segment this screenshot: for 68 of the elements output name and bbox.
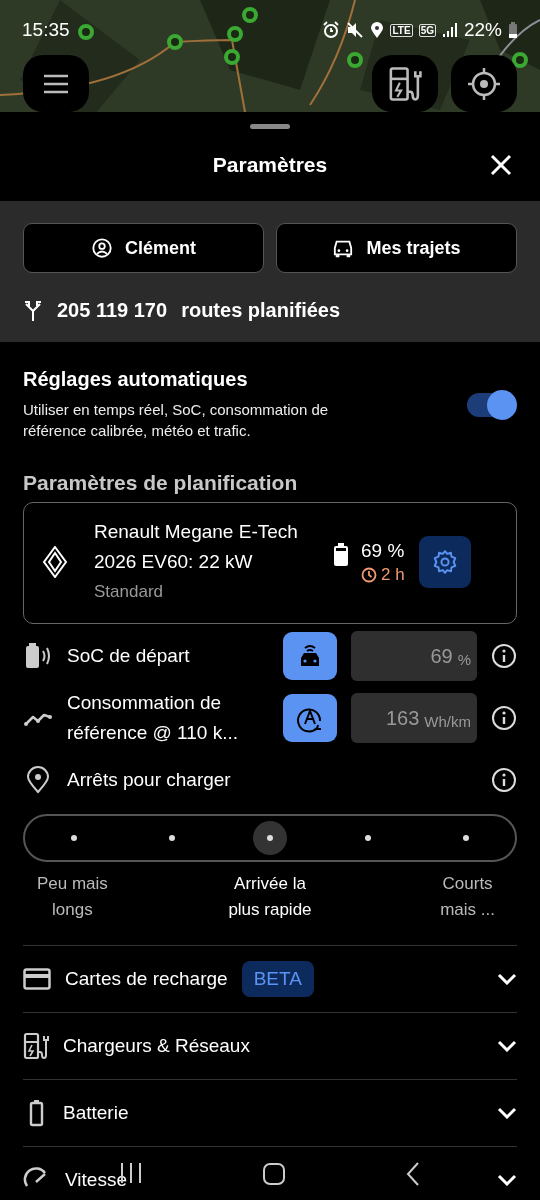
fork-icon bbox=[23, 299, 43, 322]
charging-station-icon bbox=[388, 65, 422, 102]
car-icon bbox=[332, 238, 355, 258]
locate-button[interactable] bbox=[451, 55, 517, 112]
value-field[interactable]: 163 Wh/km bbox=[351, 693, 477, 743]
routes-count: 205 119 170 bbox=[57, 299, 168, 322]
clock: 15:35 bbox=[22, 19, 70, 41]
charge-time: 2 h bbox=[361, 564, 405, 585]
charger-marker[interactable] bbox=[78, 24, 94, 40]
gear-icon bbox=[431, 549, 458, 575]
beta-badge: BETA bbox=[241, 961, 314, 997]
section-label: Batterie bbox=[63, 1102, 129, 1124]
signal-icon bbox=[441, 22, 458, 38]
charger-marker[interactable] bbox=[512, 52, 528, 68]
back-icon[interactable] bbox=[404, 1162, 421, 1186]
auto-mode-button[interactable] bbox=[283, 694, 337, 742]
section-label: Chargeurs & Réseaux bbox=[63, 1035, 250, 1057]
section-label: Vitesse bbox=[65, 1169, 127, 1191]
sheet-title: Paramètres bbox=[212, 153, 328, 177]
menu-button[interactable] bbox=[23, 55, 89, 112]
location-icon bbox=[370, 21, 385, 39]
network-indicator: LTE bbox=[390, 23, 413, 37]
info-icon[interactable] bbox=[491, 643, 517, 669]
settings-button[interactable] bbox=[418, 536, 471, 588]
profile-button[interactable]: Clément bbox=[23, 223, 264, 273]
charging-station-button[interactable] bbox=[372, 55, 438, 112]
alarm-icon bbox=[322, 21, 341, 39]
charger-marker[interactable] bbox=[242, 7, 258, 23]
parameter-label: Consommation de référence @ 110 k... bbox=[67, 691, 240, 745]
battery-icon bbox=[333, 542, 349, 567]
stop-option[interactable] bbox=[253, 821, 287, 855]
home-icon[interactable] bbox=[262, 1162, 286, 1186]
drag-handle[interactable] bbox=[250, 124, 290, 129]
diamond-logo-icon bbox=[42, 546, 68, 578]
menu-icon bbox=[42, 72, 70, 95]
parameter-label: Arrêts pour charger bbox=[67, 768, 232, 792]
battery-percent: 22% bbox=[463, 19, 502, 41]
battery-signal-icon bbox=[23, 642, 53, 670]
network-indicator: 5G bbox=[418, 23, 436, 37]
auto-mode-button[interactable] bbox=[283, 632, 337, 680]
info-icon[interactable] bbox=[491, 705, 517, 731]
option-label: Arrivée la plus rapide bbox=[227, 873, 313, 921]
auto-settings-title: Réglages automatiques bbox=[23, 368, 249, 391]
vehicle-soc: 69 % bbox=[361, 539, 405, 562]
trips-button[interactable]: Mes trajets bbox=[276, 223, 517, 273]
charger-marker[interactable] bbox=[227, 26, 243, 42]
vehicle-name: Renault Megane E-Tech 2026 EV60: 22 kW bbox=[94, 521, 298, 572]
option-label: Peu mais longs bbox=[35, 873, 109, 921]
section-title: Paramètres de planification bbox=[23, 471, 299, 495]
vehicle-card[interactable]: Renault Megane E-Tech 2026 EV60: 22 kW Standard 69 % 2 h bbox=[23, 502, 517, 624]
clock-icon bbox=[361, 566, 377, 583]
charger-marker[interactable] bbox=[167, 34, 183, 50]
parameter-label: SoC de départ bbox=[67, 644, 191, 668]
user-icon bbox=[91, 237, 113, 259]
charger-marker[interactable] bbox=[347, 52, 363, 68]
credit-card-icon bbox=[23, 968, 51, 990]
section-label: Cartes de recharge bbox=[65, 968, 228, 990]
auto-settings-description: Utiliser en temps réel, SoC, consommation de référence calibrée, météo et trafic. bbox=[23, 400, 330, 441]
routes-label: routes planifiées bbox=[181, 299, 341, 322]
value-field[interactable]: 69 % bbox=[351, 631, 477, 681]
crosshair-icon bbox=[467, 66, 501, 101]
option-label: Courts mais ... bbox=[439, 873, 496, 921]
vehicle-variant: Standard bbox=[94, 581, 164, 603]
charger-marker[interactable] bbox=[224, 49, 240, 65]
battery-icon bbox=[508, 21, 518, 39]
info-icon[interactable] bbox=[491, 767, 517, 793]
mute-icon bbox=[346, 21, 365, 39]
charging-station-icon bbox=[23, 1032, 49, 1060]
